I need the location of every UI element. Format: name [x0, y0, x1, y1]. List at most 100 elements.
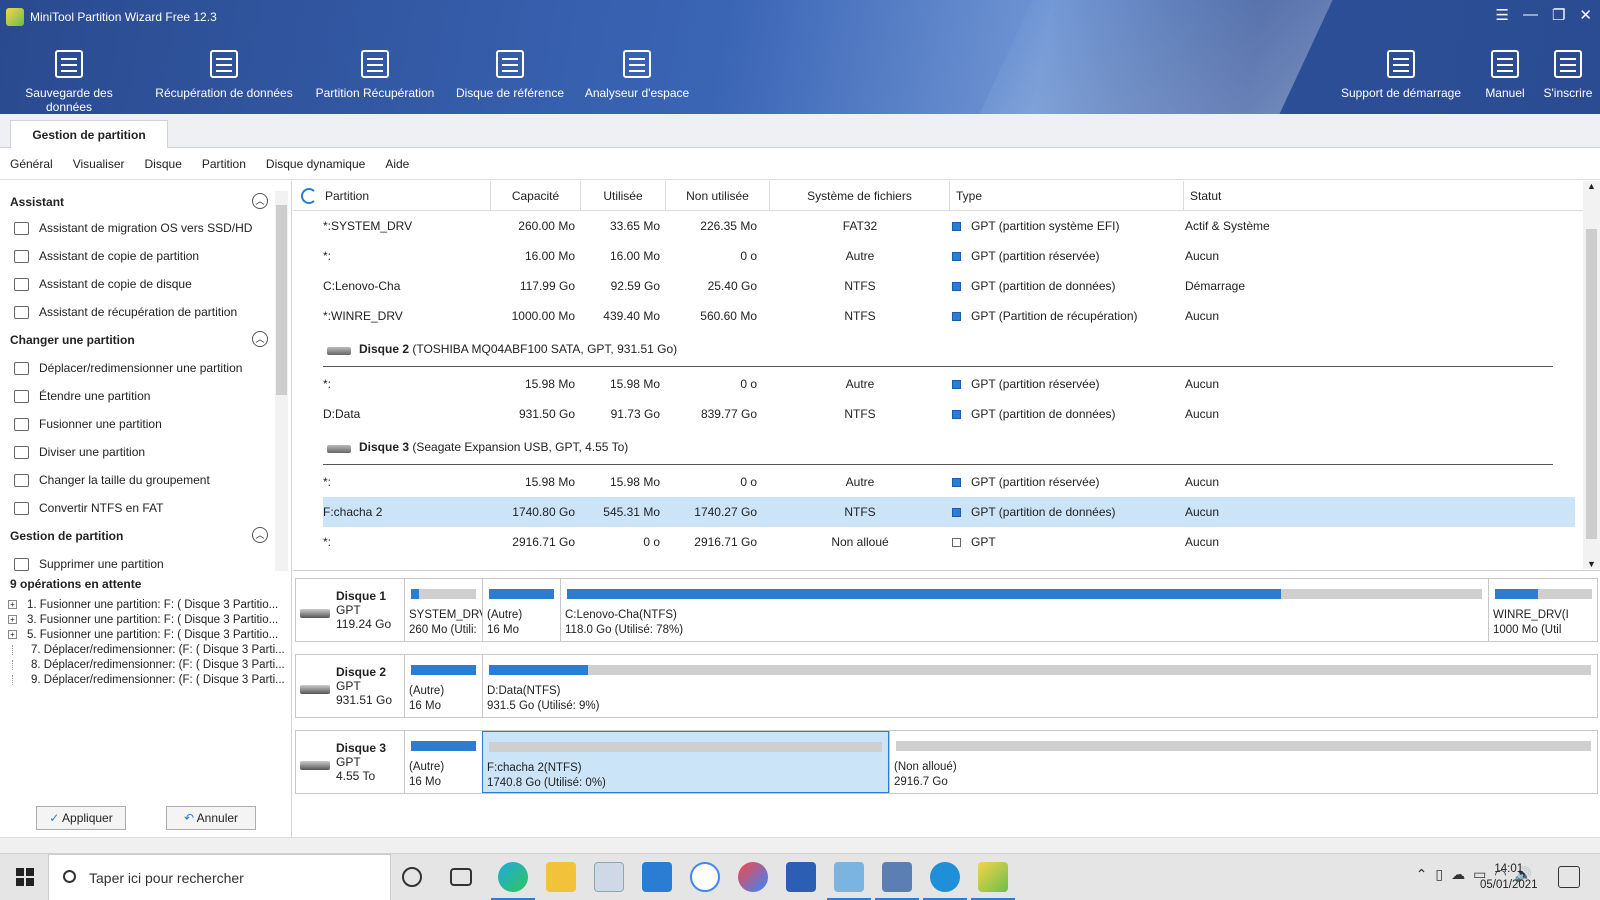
menu-partition[interactable]: Partition	[202, 148, 246, 179]
pending-operation[interactable]: +3. Fusionner une partition: F: ( Disque…	[8, 614, 288, 626]
edge-browser-icon[interactable]	[498, 862, 528, 892]
file-explorer-icon[interactable]	[546, 862, 576, 892]
toolbar-manual-button[interactable]: Manuel	[1480, 50, 1530, 100]
device-icon[interactable]: ▯	[1435, 866, 1451, 882]
expand-icon[interactable]: +	[8, 600, 17, 610]
tab-partition-management[interactable]: Gestion de partition	[10, 120, 168, 149]
table-row[interactable]: *: 2916.71 Go 0 o 2916.71 Go Non alloué GPT Au…	[323, 527, 1575, 557]
expand-icon[interactable]: +	[8, 630, 17, 640]
action-split[interactable]: Diviser une partition	[14, 445, 145, 459]
minitool-taskbar-icon[interactable]	[978, 862, 1008, 892]
table-row[interactable]: *:WINRE_DRV 1000.00 Mo 439.40 Mo 560.60 Mo N…	[323, 301, 1575, 331]
collapse-partition-management-icon[interactable]: ︿	[252, 527, 268, 543]
column-header-partition[interactable]: Partition	[319, 181, 491, 211]
table-row[interactable]: D:Data 931.50 Go 91.73 Go 839.77 Go NTFS GPT …	[323, 399, 1575, 429]
action-cluster-size[interactable]: Changer la taille du groupement	[14, 473, 210, 487]
partition-block[interactable]: (Autre) 16 Mo	[482, 579, 560, 641]
action-partition-recovery[interactable]: Assistant de récupération de partition	[14, 305, 237, 319]
partition-block[interactable]: WINRE_DRV(I 1000 Mo (Util	[1488, 579, 1598, 641]
taskbar-search-input[interactable]: Taper ici pour rechercher	[48, 854, 391, 900]
minimize-icon[interactable]: —	[1523, 6, 1538, 24]
collapse-assistant-icon[interactable]: ︿	[252, 193, 268, 209]
action-migrate-os[interactable]: Assistant de migration OS vers SSD/HD	[14, 221, 252, 235]
disk-map-row[interactable]: Disque 2 GPT 931.51 Go (Autre) 16 Mo D:Data(N…	[295, 654, 1598, 718]
cortana-icon[interactable]	[402, 867, 422, 887]
table-row[interactable]: F:chacha 2 1740.80 Go 545.31 Mo 1740.27 Go N…	[323, 497, 1575, 527]
toolbar-register-button[interactable]: S'inscrire	[1540, 50, 1596, 100]
column-header-used[interactable]: Utilisée	[581, 181, 666, 211]
column-header-unused[interactable]: Non utilisée	[666, 181, 770, 211]
column-header-type[interactable]: Type	[950, 181, 1184, 211]
disk-info[interactable]: Disque 2 GPT 931.51 Go	[296, 655, 404, 717]
column-header-status[interactable]: Statut	[1184, 181, 1583, 211]
pending-operation[interactable]: +5. Fusionner une partition: F: ( Disque…	[8, 629, 288, 641]
partition-block[interactable]: (Non alloué) 2916.7 Go	[889, 731, 1597, 793]
windows-start-icon[interactable]	[16, 868, 34, 886]
apply-button[interactable]: ✓ Appliquer	[36, 806, 126, 830]
scrollbar-thumb[interactable]	[1586, 229, 1597, 539]
scroll-up-icon[interactable]: ▲	[1587, 181, 1596, 191]
pending-operation[interactable]: 8. Déplacer/redimensionner: (F: ( Disque…	[8, 659, 288, 671]
action-convert-ntfs-fat[interactable]: Convertir NTFS en FAT	[14, 501, 163, 515]
notification-icon[interactable]	[1558, 866, 1580, 888]
toolbar-backup-button[interactable]: Sauvegarde des données	[4, 50, 134, 114]
close-icon[interactable]: ✕	[1579, 6, 1592, 24]
menu-dynamic-disk[interactable]: Disque dynamique	[266, 148, 365, 179]
table-row[interactable]: *: 16.00 Mo 16.00 Mo 0 o Autre GPT (partition…	[323, 241, 1575, 271]
action-move-resize[interactable]: Déplacer/redimensionner une partition	[14, 361, 242, 375]
disk-group-header[interactable]: Disque 2 (TOSHIBA MQ04ABF100 SATA, GPT, …	[323, 333, 1553, 367]
photos-app-icon[interactable]	[594, 862, 624, 892]
restore-icon[interactable]: ❐	[1552, 6, 1565, 24]
table-scrollbar[interactable]: ▲ ▼	[1583, 181, 1600, 569]
google-icon[interactable]	[690, 862, 720, 892]
collapse-change-partition-icon[interactable]: ︿	[252, 331, 268, 347]
action-panel-scrollbar[interactable]	[275, 191, 288, 571]
pending-operation[interactable]: +1. Fusionner une partition: F: ( Disque…	[8, 599, 288, 611]
disk-group-header[interactable]: Disque 3 (Seagate Expansion USB, GPT, 4.…	[323, 431, 1553, 465]
partition-block[interactable]: F:chacha 2(NTFS) 1740.8 Go (Utilisé: 0%)	[482, 731, 889, 793]
table-row[interactable]: *:SYSTEM_DRV 260.00 Mo 33.65 Mo 226.35 Mo FA…	[323, 211, 1575, 241]
expand-icon[interactable]: +	[8, 615, 17, 625]
pending-operation[interactable]: 7. Déplacer/redimensionner: (F: ( Disque…	[8, 644, 288, 656]
menu-help[interactable]: Aide	[385, 148, 409, 179]
app-icon[interactable]	[882, 862, 912, 892]
table-row[interactable]: *: 15.98 Mo 15.98 Mo 0 o Autre GPT (partition…	[323, 467, 1575, 497]
action-delete-partition[interactable]: Supprimer une partition	[14, 557, 164, 571]
column-header-capacity[interactable]: Capacité	[491, 181, 581, 211]
toolbar-data-recovery-button[interactable]: Récupération de données	[154, 50, 294, 100]
disk-info[interactable]: Disque 1 GPT 119.24 Go	[296, 579, 404, 641]
toolbar-disk-benchmark-button[interactable]: Disque de référence	[452, 50, 568, 100]
partition-block[interactable]: D:Data(NTFS) 931.5 Go (Utilisé: 9%)	[482, 655, 1597, 717]
action-extend[interactable]: Étendre une partition	[14, 389, 150, 403]
menu-disk[interactable]: Disque	[145, 148, 182, 179]
toolbar-space-analyzer-button[interactable]: Analyseur d'espace	[582, 50, 692, 100]
toolbar-partition-recovery-button[interactable]: Partition Récupération	[310, 50, 440, 100]
disk-map-row[interactable]: Disque 1 GPT 119.24 Go SYSTEM_DRV 260 Mo (Ut…	[295, 578, 1598, 642]
app-icon[interactable]	[786, 862, 816, 892]
menu-general[interactable]: Général	[10, 148, 53, 179]
disk-info[interactable]: Disque 3 GPT 4.55 To	[296, 731, 404, 793]
toolbar-bootable-media-button[interactable]: Support de démarrage	[1338, 50, 1464, 100]
menu-icon[interactable]: ☰	[1496, 6, 1509, 24]
undo-button[interactable]: ↶ Annuler	[166, 806, 256, 830]
scrollbar-thumb[interactable]	[276, 205, 287, 395]
taskbar-clock[interactable]: 14:01 05/01/2021	[1480, 861, 1538, 893]
sync-app-icon[interactable]	[930, 862, 960, 892]
column-header-filesystem[interactable]: Système de fichiers	[770, 181, 950, 211]
task-view-icon[interactable]	[450, 868, 472, 886]
action-merge[interactable]: Fusionner une partition	[14, 417, 162, 431]
app-icon[interactable]	[834, 862, 864, 892]
action-copy-partition[interactable]: Assistant de copie de partition	[14, 249, 199, 263]
partition-block[interactable]: SYSTEM_DRV 260 Mo (Utili:	[404, 579, 482, 641]
action-copy-disk[interactable]: Assistant de copie de disque	[14, 277, 192, 291]
app-icon[interactable]	[738, 862, 768, 892]
pending-operation[interactable]: 9. Déplacer/redimensionner: (F: ( Disque…	[8, 674, 288, 686]
table-row[interactable]: *: 15.98 Mo 15.98 Mo 0 o Autre GPT (partition…	[323, 369, 1575, 399]
disk-map-row[interactable]: Disque 3 GPT 4.55 To (Autre) 16 Mo F:chacha 2…	[295, 730, 1598, 794]
partition-block[interactable]: C:Lenovo-Cha(NTFS) 118.0 Go (Utilisé: 78%…	[560, 579, 1488, 641]
refresh-icon[interactable]	[301, 188, 317, 204]
table-row[interactable]: C:Lenovo-Cha 117.99 Go 92.59 Go 25.40 Go NTF…	[323, 271, 1575, 301]
mail-icon[interactable]	[642, 862, 672, 892]
partition-block[interactable]: (Autre) 16 Mo	[404, 655, 482, 717]
cloud-icon[interactable]: ☁	[1451, 866, 1473, 882]
